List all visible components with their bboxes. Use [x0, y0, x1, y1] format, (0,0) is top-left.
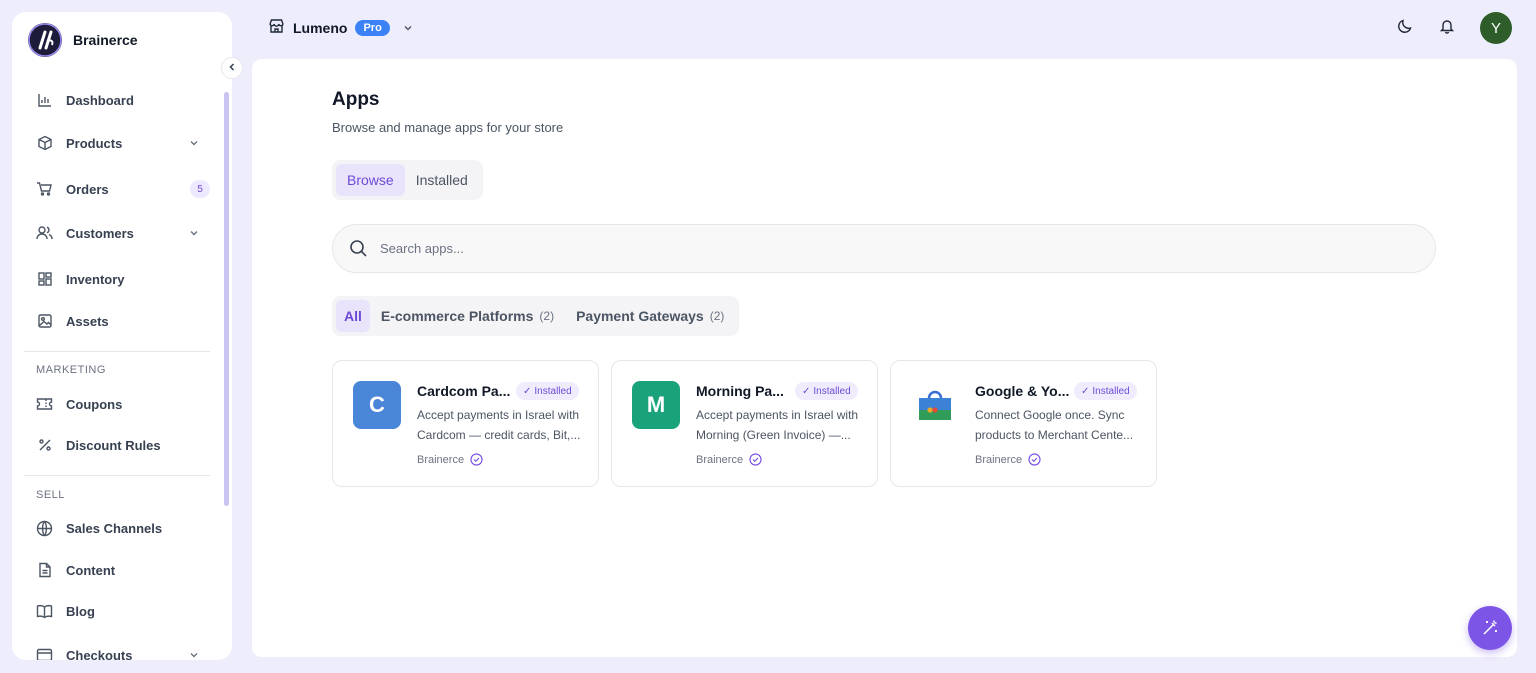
app-card-morning[interactable]: M Morning Pa... ✓ Installed Accept paymen… — [611, 360, 878, 487]
sidebar-item-checkouts[interactable]: Checkouts — [24, 639, 210, 660]
percent-icon — [36, 437, 53, 454]
card-icon — [36, 647, 53, 660]
chevron-down-icon — [188, 225, 204, 241]
sidebar-item-products[interactable]: Products — [24, 127, 210, 159]
app-card-google[interactable]: Google & Yo... ✓ Installed Connect Google… — [890, 360, 1157, 487]
moon-icon — [1397, 18, 1413, 39]
app-name: Cardcom Pa... — [417, 383, 511, 399]
app-card-cardcom[interactable]: C Cardcom Pa... ✓ Installed Accept paymen… — [332, 360, 599, 487]
app-vendor: Brainerce — [417, 453, 483, 466]
brand-name: Brainerce — [73, 32, 138, 48]
brand[interactable]: Brainerce — [28, 22, 138, 58]
app-description: Connect Google once. Sync products to Me… — [975, 408, 1134, 442]
filter-ecommerce-platforms[interactable]: E-commerce Platforms (2) — [370, 300, 565, 332]
orders-count-badge: 5 — [190, 180, 210, 198]
sidebar-item-content[interactable]: Content — [24, 554, 210, 586]
installed-badge: ✓ Installed — [1074, 382, 1137, 400]
view-tabs: Browse Installed — [332, 160, 483, 200]
check-icon: ✓ — [523, 385, 532, 397]
verified-icon — [1028, 453, 1041, 466]
store-switcher[interactable]: Lumeno Pro — [268, 16, 414, 40]
chevron-left-icon — [227, 59, 237, 77]
user-avatar[interactable]: Y — [1480, 12, 1512, 44]
sidebar-divider — [24, 475, 210, 476]
category-filters: All E-commerce Platforms (2) Payment Gat… — [332, 296, 740, 336]
box-icon — [36, 135, 53, 152]
page-title: Apps — [332, 89, 380, 110]
globe-icon — [36, 520, 53, 537]
notifications-button[interactable] — [1437, 18, 1457, 38]
sidebar-item-customers[interactable]: Customers — [24, 217, 210, 249]
tab-installed[interactable]: Installed — [405, 164, 479, 196]
book-icon — [36, 603, 53, 620]
app-logo-icon: M — [632, 381, 680, 429]
sidebar-item-discount-rules[interactable]: Discount Rules — [24, 429, 210, 461]
search-icon — [349, 239, 368, 258]
theme-toggle-button[interactable] — [1395, 18, 1415, 38]
chevron-down-icon — [188, 135, 204, 151]
sidebar-item-blog[interactable]: Blog — [24, 595, 210, 627]
section-label-sell: SELL — [36, 489, 65, 501]
bell-icon — [1439, 18, 1455, 39]
app-vendor: Brainerce — [696, 453, 762, 466]
ticket-icon — [36, 396, 53, 413]
app-logo-icon: C — [353, 381, 401, 429]
chevron-down-icon — [188, 647, 204, 660]
installed-badge: ✓ Installed — [516, 382, 579, 400]
image-icon — [36, 313, 53, 330]
sidebar-item-coupons[interactable]: Coupons — [24, 388, 210, 420]
app-description: Accept payments in Israel with Morning (… — [696, 408, 859, 442]
sidebar-item-assets[interactable]: Assets — [24, 305, 210, 337]
store-name: Lumeno — [293, 20, 348, 36]
cart-icon — [36, 181, 53, 198]
app-vendor: Brainerce — [975, 453, 1041, 466]
app-name: Google & Yo... — [975, 383, 1070, 399]
chevron-down-icon — [402, 22, 414, 34]
sidebar-item-dashboard[interactable]: Dashboard — [24, 84, 210, 116]
app-name: Morning Pa... — [696, 383, 784, 399]
users-icon — [36, 225, 53, 242]
plan-badge: Pro — [355, 20, 390, 36]
file-icon — [36, 562, 53, 579]
search-input[interactable] — [380, 241, 1280, 256]
app-description: Accept payments in Israel with Cardcom —… — [417, 408, 581, 442]
verified-icon — [749, 453, 762, 466]
sidebar-divider — [24, 351, 210, 352]
page-subtitle: Browse and manage apps for your store — [332, 120, 564, 135]
check-icon: ✓ — [1081, 385, 1090, 397]
sidebar-item-sales-channels[interactable]: Sales Channels — [24, 512, 210, 544]
bar-chart-icon — [36, 92, 53, 109]
main-panel: Apps Browse and manage apps for your sto… — [252, 59, 1517, 657]
filter-payment-gateways[interactable]: Payment Gateways (2) — [565, 300, 735, 332]
sidebar-scrollbar[interactable] — [224, 92, 229, 506]
brand-logo-icon — [28, 23, 62, 57]
filter-all[interactable]: All — [336, 300, 370, 332]
ai-assistant-button[interactable] — [1468, 606, 1512, 650]
sidebar-item-inventory[interactable]: Inventory — [24, 263, 210, 295]
check-icon: ✓ — [802, 385, 811, 397]
section-label-marketing: MARKETING — [36, 364, 106, 376]
sidebar-item-orders[interactable]: Orders 5 — [24, 173, 210, 205]
tab-browse[interactable]: Browse — [336, 164, 405, 196]
sidebar-collapse-button[interactable] — [221, 57, 243, 79]
grid-icon — [36, 271, 53, 288]
search-bar — [332, 224, 1436, 273]
verified-icon — [470, 453, 483, 466]
sidebar: Brainerce Dashboard Products Orders 5 Cu… — [12, 12, 232, 660]
magic-wand-icon — [1481, 619, 1499, 637]
installed-badge: ✓ Installed — [795, 382, 858, 400]
shopping-bag-icon — [911, 381, 959, 429]
store-icon — [268, 18, 285, 39]
